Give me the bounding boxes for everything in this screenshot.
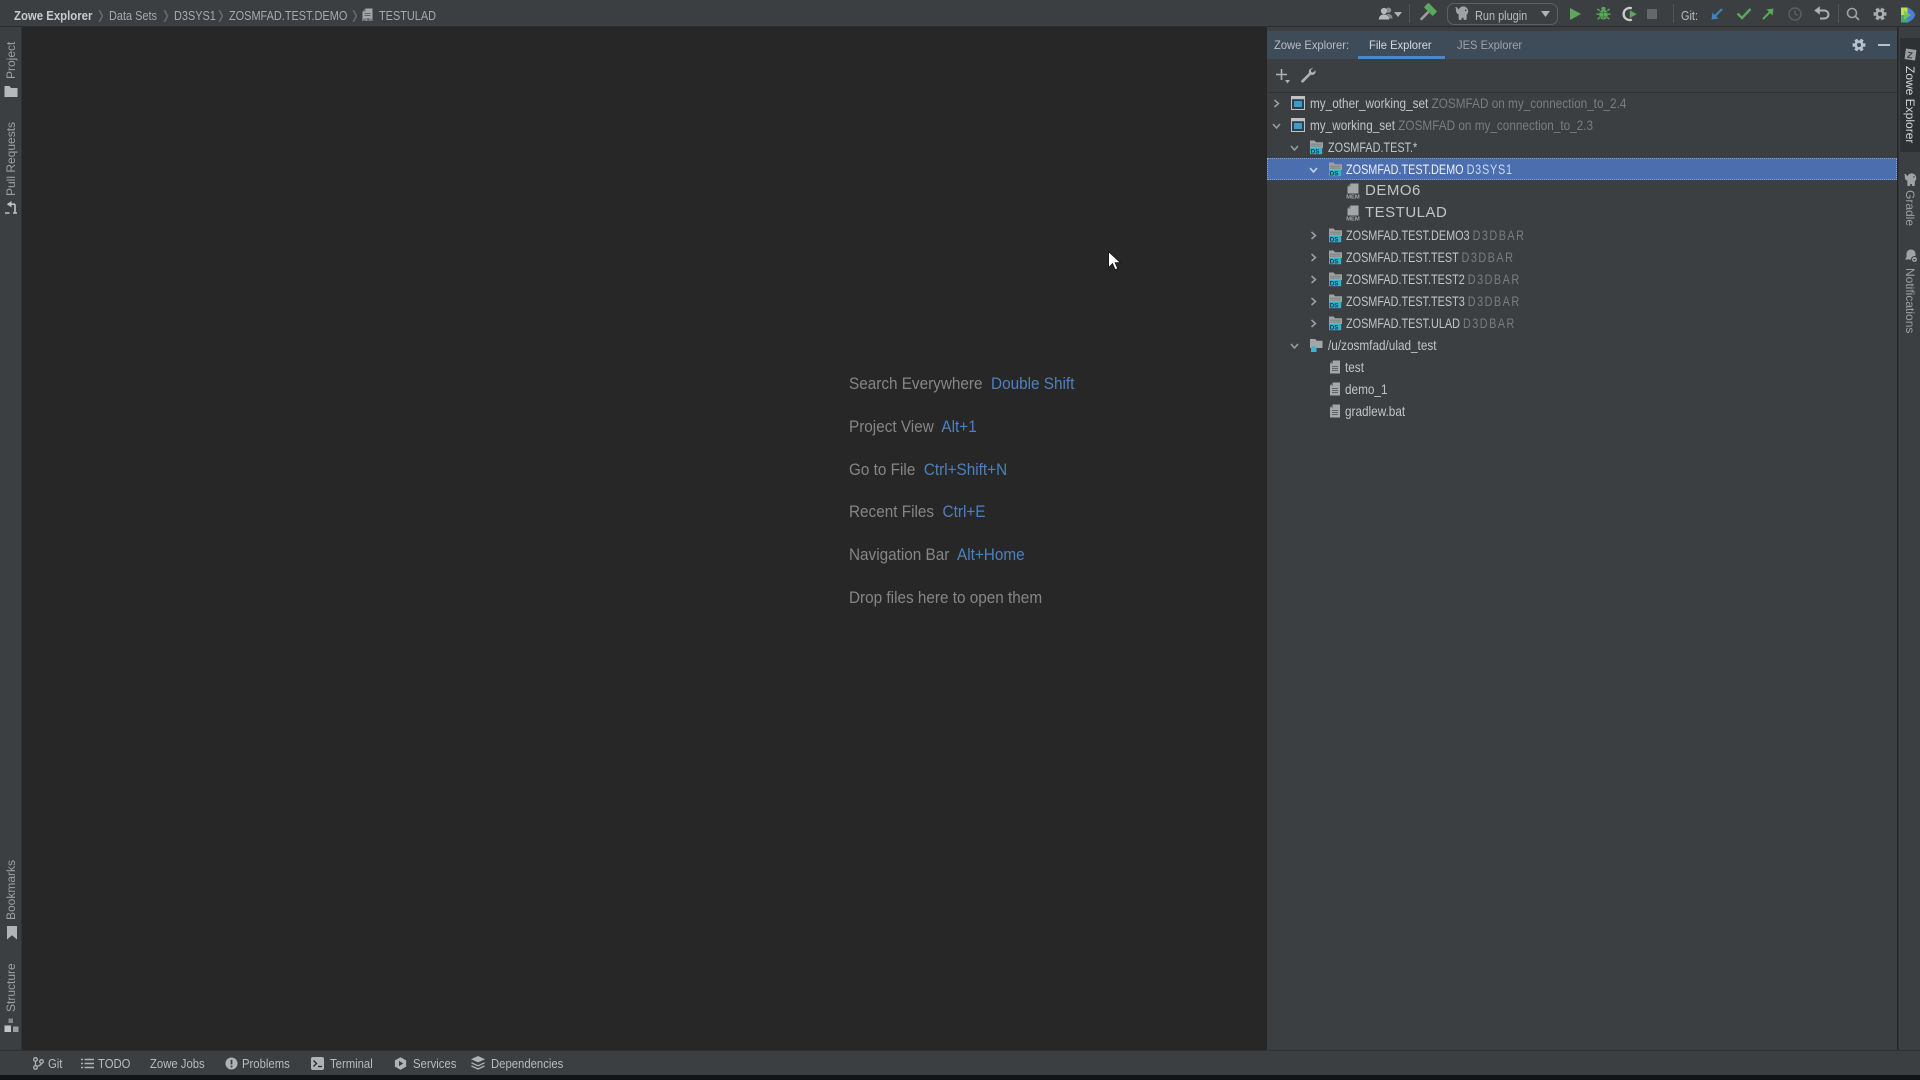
svg-text:DS: DS (1330, 258, 1339, 265)
svg-text:DS: DS (1330, 236, 1339, 243)
svg-text:DS: DS (1330, 170, 1339, 177)
svg-text:DS: DS (1311, 148, 1320, 155)
svg-text:DS: DS (1330, 324, 1339, 331)
svg-text:DS: DS (1330, 302, 1339, 309)
svg-text:MEM: MEM (362, 17, 373, 21)
svg-text:DS: DS (1330, 280, 1339, 287)
svg-text:MEM: MEM (1346, 217, 1360, 221)
svg-text:MEM: MEM (1346, 195, 1360, 199)
